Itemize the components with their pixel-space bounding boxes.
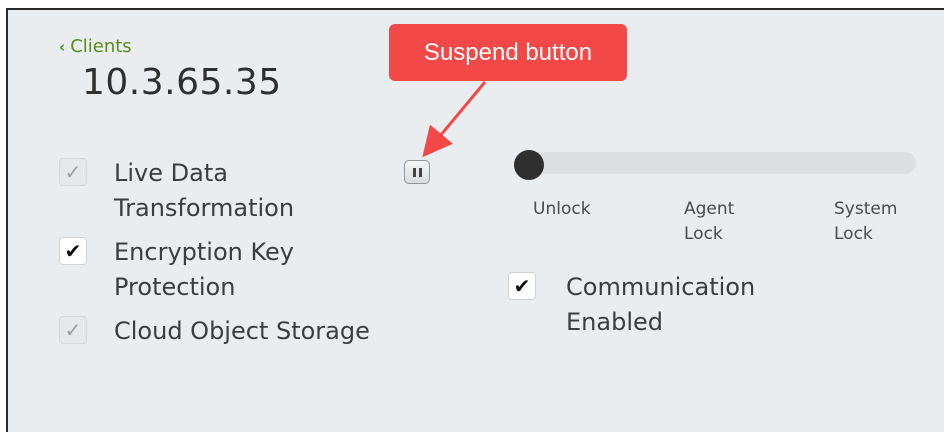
annotation-arrow-icon <box>422 81 487 158</box>
